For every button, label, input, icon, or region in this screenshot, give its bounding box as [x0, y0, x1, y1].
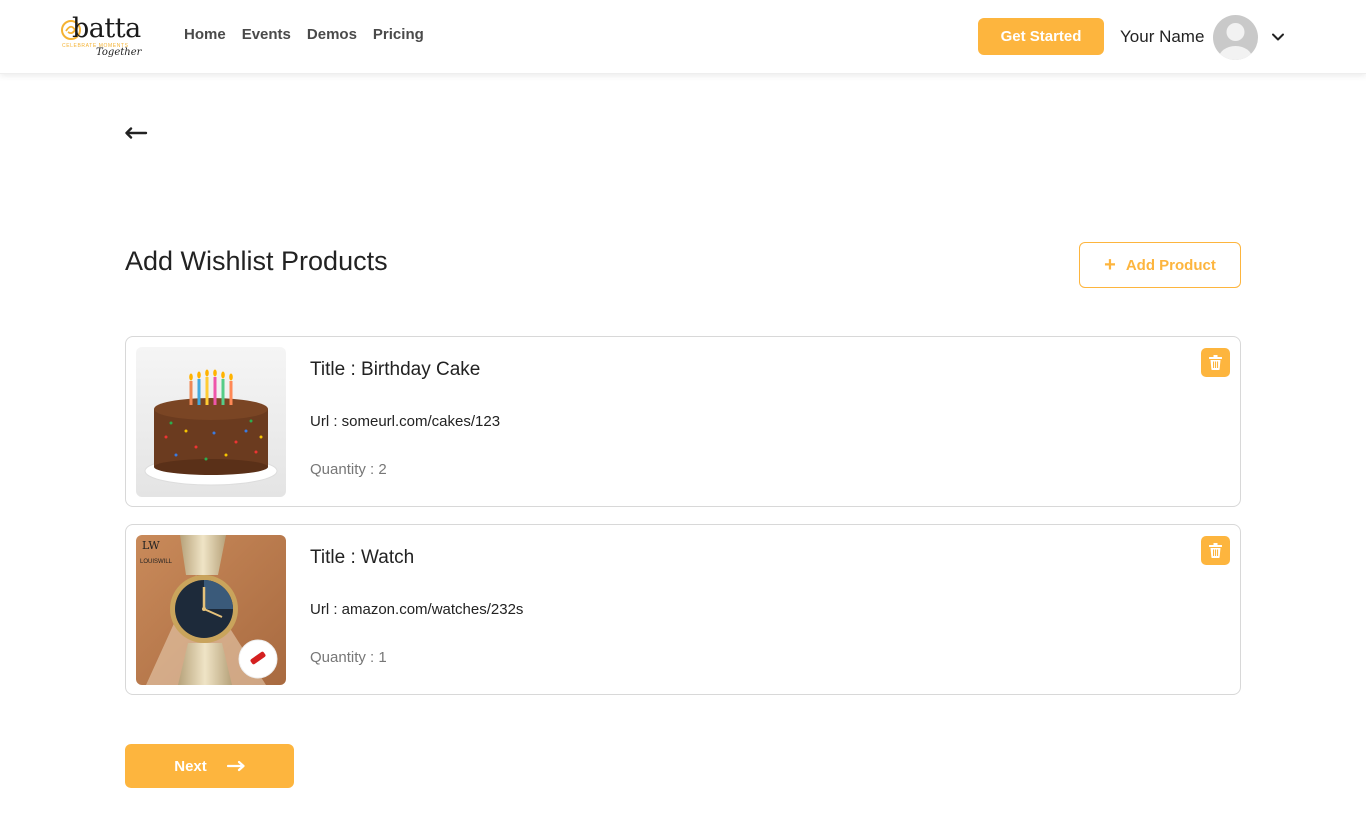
product-quantity: Quantity : 1 — [310, 649, 387, 666]
add-product-label: Add Product — [1125, 256, 1216, 274]
nav-links: Home Events Demos Pricing — [184, 26, 424, 43]
logo-wordmark: batta — [72, 13, 141, 44]
product-image-birthday-cake — [136, 347, 286, 497]
plus-icon: + — [1104, 254, 1116, 276]
product-quantity: Quantity : 2 — [310, 461, 387, 478]
product-card: LW LOUISWILL Title : Watch Url : amazon.… — [125, 524, 1241, 695]
delete-product-button[interactable] — [1201, 536, 1230, 565]
brand-logo[interactable]: batta CELEBRATE MOMENTS Together — [60, 13, 160, 64]
product-url: Url : amazon.com/watches/232s — [310, 601, 524, 618]
nav-link-demos[interactable]: Demos — [307, 26, 357, 43]
chevron-down-icon[interactable] — [1270, 29, 1286, 45]
user-avatar[interactable] — [1213, 15, 1258, 60]
product-title: Title : Birthday Cake — [310, 359, 481, 380]
logo-script: Together — [96, 47, 142, 58]
svg-text:LW: LW — [142, 539, 160, 552]
back-arrow-icon[interactable] — [124, 124, 148, 142]
product-image-watch: LW LOUISWILL — [136, 535, 286, 685]
product-card: Title : Birthday Cake Url : someurl.com/… — [125, 336, 1241, 507]
product-url: Url : someurl.com/cakes/123 — [310, 413, 501, 430]
get-started-button[interactable]: Get Started — [978, 18, 1104, 55]
nav-link-home[interactable]: Home — [184, 26, 226, 43]
watch-icon: LW LOUISWILL — [136, 535, 286, 685]
next-button[interactable]: Next — [125, 744, 294, 788]
avatar-person-icon — [1218, 23, 1253, 60]
top-navbar: batta CELEBRATE MOMENTS Together Home Ev… — [0, 0, 1366, 74]
watch-brand-text: LOUISWILL — [140, 559, 173, 565]
trash-icon — [1209, 355, 1222, 370]
add-product-button[interactable]: + Add Product — [1079, 242, 1241, 288]
page-title: Add Wishlist Products — [125, 246, 388, 276]
user-name[interactable]: Your Name — [1120, 27, 1204, 47]
delete-product-button[interactable] — [1201, 348, 1230, 377]
product-title: Title : Watch — [310, 547, 415, 568]
arrow-right-icon — [226, 760, 245, 772]
birthday-cake-icon — [136, 347, 286, 497]
trash-icon — [1209, 543, 1222, 558]
nav-link-events[interactable]: Events — [242, 26, 291, 43]
next-label: Next — [174, 757, 207, 775]
nav-link-pricing[interactable]: Pricing — [373, 26, 424, 43]
